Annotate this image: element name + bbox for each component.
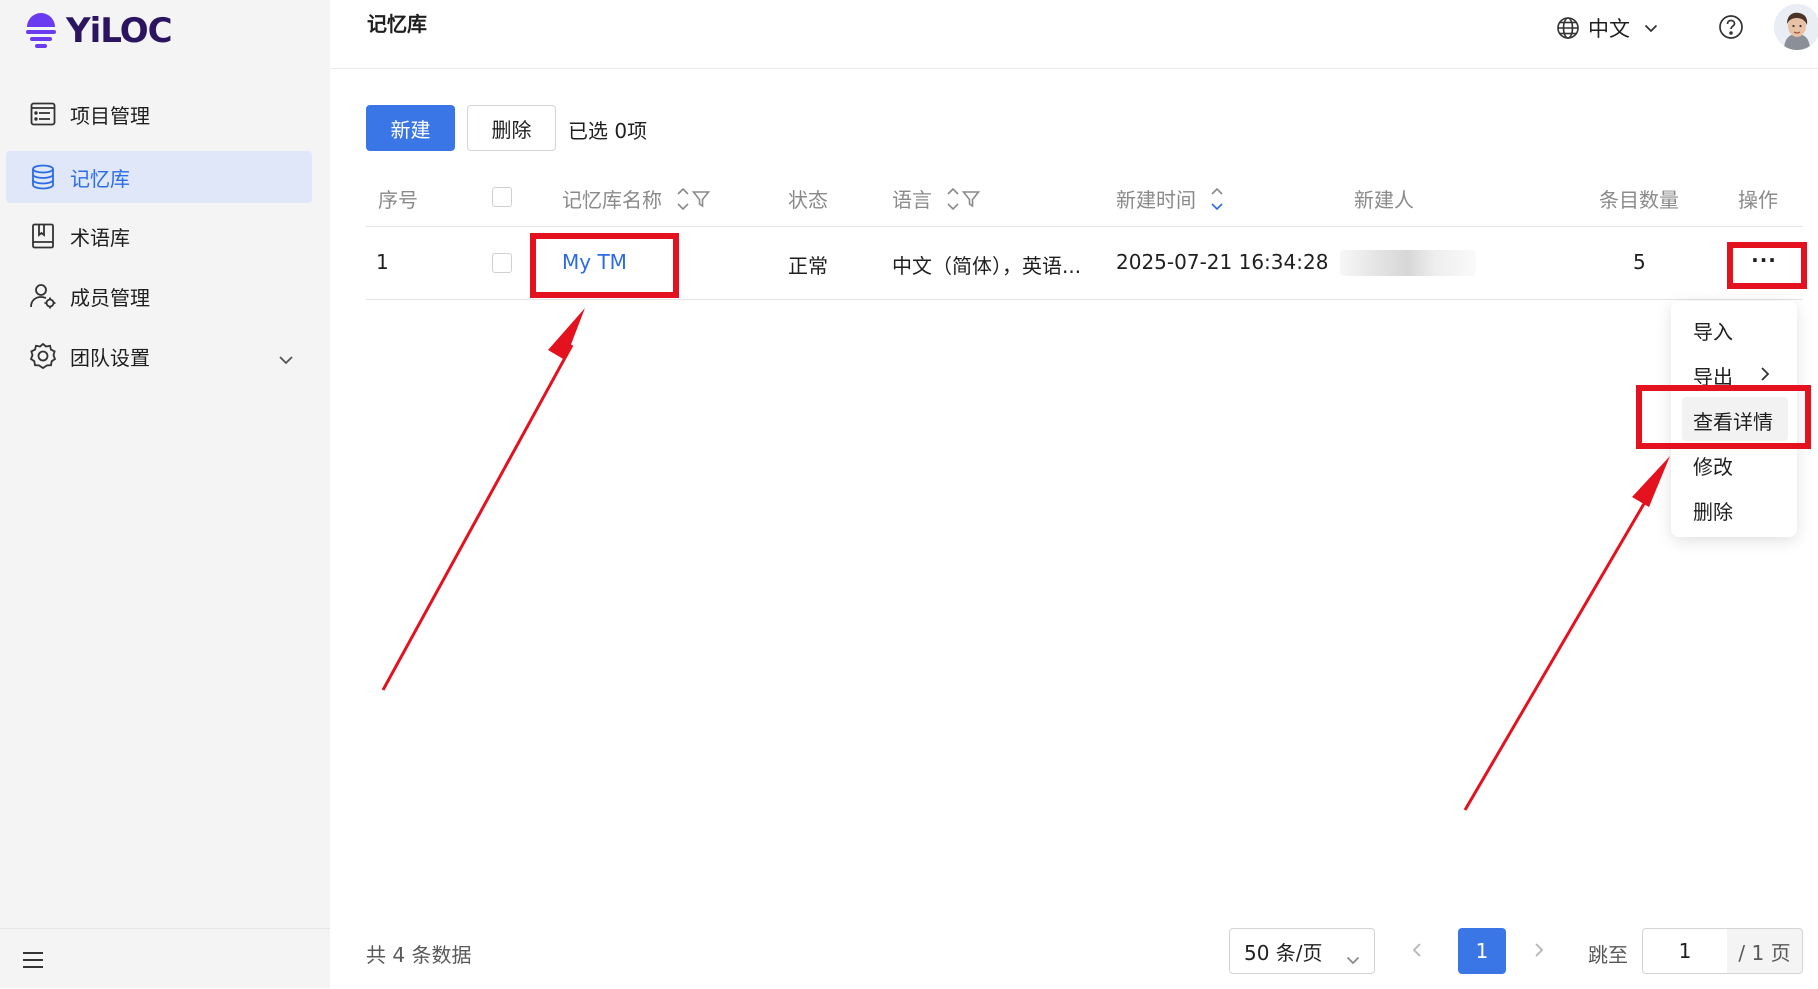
sidebar-item-label: 项目管理 — [70, 103, 150, 128]
logo-mark-icon — [26, 13, 56, 48]
dropdown-item-import[interactable]: 导入 — [1693, 316, 1733, 345]
project-list-icon — [28, 99, 58, 129]
sidebar-item-label: 记忆库 — [70, 166, 130, 191]
column-header-actions: 操作 — [1738, 188, 1778, 212]
hamburger-icon[interactable] — [22, 951, 44, 973]
page-size-value: 50 条/页 — [1244, 940, 1323, 965]
chevron-right-icon[interactable] — [1532, 938, 1546, 966]
row-index: 1 — [376, 250, 389, 274]
sidebar-item-memory[interactable]: 记忆库 — [6, 151, 312, 203]
row-creator-blurred — [1340, 250, 1476, 276]
sort-icon[interactable] — [946, 185, 960, 213]
language-label: 中文 — [1588, 17, 1630, 41]
sidebar-item-label: 成员管理 — [70, 285, 150, 310]
chevron-left-icon[interactable] — [1410, 938, 1424, 966]
page-number-button[interactable]: 1 — [1458, 928, 1506, 974]
chevron-down-icon — [1346, 946, 1360, 970]
sidebar-item-label: 团队设置 — [70, 345, 150, 370]
column-header-label: 记忆库名称 — [562, 188, 662, 212]
selected-count: 已选 0项 — [568, 119, 648, 143]
sidebar-item-termbase[interactable]: 术语库 — [6, 210, 312, 262]
row-status: 正常 — [788, 254, 828, 278]
sort-desc-icon[interactable] — [1210, 185, 1224, 213]
avatar[interactable] — [1774, 4, 1818, 50]
jump-page-input[interactable] — [1642, 928, 1728, 974]
column-header-created: 新建时间 — [1116, 184, 1224, 213]
chevron-right-icon — [1760, 366, 1770, 386]
column-header-count: 条目数量 — [1599, 188, 1679, 212]
column-header-name: 记忆库名称 — [562, 184, 710, 213]
sidebar-footer — [0, 928, 330, 989]
gear-icon — [28, 341, 58, 371]
sidebar-item-members[interactable]: 成员管理 — [6, 270, 312, 322]
table-row-divider — [366, 299, 1803, 300]
total-count: 共 4 条数据 — [366, 943, 472, 967]
table-header-divider — [366, 226, 1803, 227]
sidebar-item-projects[interactable]: 项目管理 — [6, 88, 312, 140]
row-created-time: 2025-07-21 16:34:28 — [1116, 250, 1329, 274]
new-button[interactable]: 新建 — [366, 105, 455, 151]
row-checkbox[interactable] — [492, 253, 512, 273]
dropdown-item-edit[interactable]: 修改 — [1693, 451, 1733, 480]
column-header-status: 状态 — [788, 188, 828, 212]
filter-icon[interactable] — [962, 190, 980, 208]
sidebar: YiLOC 项目管理 记忆库 术语库 成员管理 团队设置 — [0, 0, 330, 988]
book-icon — [28, 221, 58, 251]
column-header-label: 语言 — [892, 188, 932, 212]
sort-icon[interactable] — [676, 185, 690, 213]
jump-label: 跳至 — [1588, 943, 1628, 967]
annotation-box-more — [1727, 242, 1807, 289]
column-header-label: 新建时间 — [1116, 188, 1196, 212]
annotation-box-view-details — [1636, 385, 1811, 449]
logo[interactable]: YiLOC — [24, 6, 173, 56]
filter-icon[interactable] — [692, 190, 710, 208]
row-count: 5 — [1633, 250, 1646, 274]
annotation-box-name — [530, 233, 679, 298]
select-all-checkbox[interactable] — [492, 187, 512, 207]
chevron-down-icon — [278, 346, 294, 370]
globe-icon — [1556, 16, 1580, 40]
language-switch[interactable]: 中文 — [1556, 13, 1658, 43]
row-language: 中文（简体），英语... — [892, 254, 1082, 278]
database-icon — [28, 162, 58, 192]
column-header-language: 语言 — [892, 184, 980, 213]
sidebar-item-team-settings[interactable]: 团队设置 — [6, 330, 312, 382]
page-title: 记忆库 — [367, 12, 427, 36]
delete-button[interactable]: 删除 — [467, 105, 556, 151]
brand-name: YiLOC — [66, 11, 173, 51]
user-settings-icon — [28, 281, 58, 311]
sidebar-item-label: 术语库 — [70, 225, 130, 250]
page-size-select[interactable]: 50 条/页 — [1229, 928, 1375, 974]
total-pages: / 1 页 — [1727, 928, 1803, 974]
column-header-creator: 新建人 — [1354, 188, 1414, 212]
chevron-down-icon — [1644, 24, 1658, 33]
help-circle-icon[interactable] — [1718, 14, 1744, 44]
column-header-index: 序号 — [378, 188, 418, 212]
dropdown-item-delete[interactable]: 删除 — [1693, 496, 1733, 525]
